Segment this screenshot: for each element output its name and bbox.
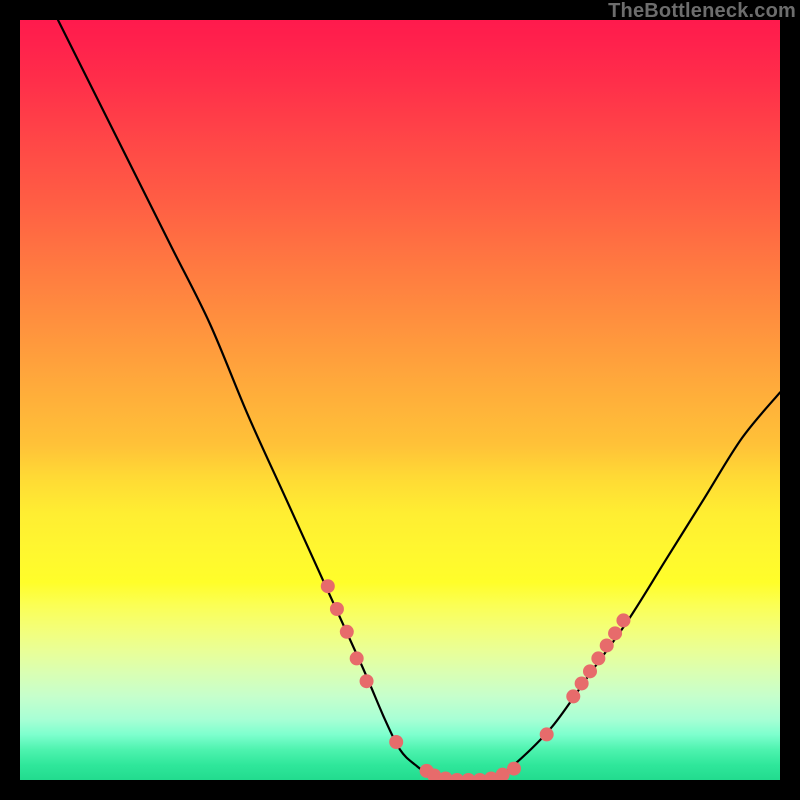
data-marker xyxy=(389,735,403,749)
data-marker xyxy=(360,674,374,688)
data-marker xyxy=(340,625,354,639)
data-marker xyxy=(608,626,622,640)
data-marker xyxy=(591,651,605,665)
data-marker xyxy=(600,638,614,652)
watermark-text: TheBottleneck.com xyxy=(608,0,796,23)
data-marker xyxy=(330,602,344,616)
data-marker xyxy=(583,664,597,678)
data-marker xyxy=(575,676,589,690)
data-marker xyxy=(566,689,580,703)
data-marker xyxy=(321,579,335,593)
chart-plot-area xyxy=(20,20,780,780)
data-marker xyxy=(350,651,364,665)
data-marker xyxy=(616,613,630,627)
data-marker xyxy=(507,762,521,776)
data-marker xyxy=(540,727,554,741)
marker-layer xyxy=(20,20,780,780)
chart-frame: TheBottleneck.com xyxy=(0,0,800,800)
